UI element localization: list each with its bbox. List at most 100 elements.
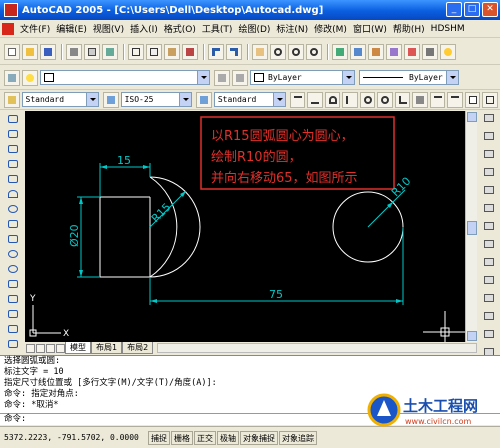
autocad-app-icon[interactable] [4,3,18,17]
angular-dimension-icon[interactable] [394,91,411,108]
center-mark-icon[interactable] [482,91,498,108]
open-folder-icon[interactable] [22,43,38,60]
arc-length-icon[interactable] [324,91,341,108]
mirror-icon[interactable] [481,150,497,164]
dim-style-icon[interactable] [103,91,119,108]
linear-dimension-icon[interactable] [289,91,306,108]
calculator-icon[interactable] [422,43,438,60]
dim-style-dropdown[interactable]: ISO-25 [120,92,193,107]
tab-first-button[interactable] [26,343,35,353]
line-icon[interactable] [5,113,21,125]
table-style-dropdown[interactable]: Standard [213,92,286,107]
spline-icon[interactable] [5,233,21,245]
linetype-dropdown[interactable]: ByLayer [359,70,459,85]
menu-modify[interactable]: 修改(M) [311,22,350,35]
zoom-previous-icon[interactable] [306,43,322,60]
polyline-icon[interactable] [5,143,21,155]
point-icon[interactable] [5,308,21,320]
diameter-dimension-icon[interactable] [377,91,393,108]
save-icon[interactable] [40,43,56,60]
insert-block-icon[interactable] [5,278,21,290]
match-properties-icon[interactable] [182,43,198,60]
aligned-dimension-icon[interactable] [307,91,323,108]
menu-view[interactable]: 视图(V) [90,22,127,35]
scroll-thumb[interactable] [467,221,477,235]
properties-icon[interactable] [332,43,348,60]
menu-hdshm[interactable]: HDSHM [428,24,468,34]
design-center-icon[interactable] [350,43,366,60]
layer-manager-icon[interactable] [4,69,20,86]
scroll-up-arrow[interactable] [467,112,477,122]
erase-icon[interactable] [481,114,497,128]
close-button[interactable]: ✕ [482,2,498,17]
preview-icon[interactable] [84,43,100,60]
chevron-down-icon[interactable] [86,93,99,106]
quick-dimension-icon[interactable] [412,91,428,108]
extend-icon[interactable] [481,294,497,308]
chevron-down-icon[interactable] [272,93,285,106]
menu-draw[interactable]: 绘图(D) [235,22,273,35]
dim-r10-text[interactable]: R10 [389,175,413,199]
dim-75-text[interactable]: 75 [269,288,283,301]
continue-dimension-icon[interactable] [447,91,463,108]
menu-format[interactable]: 格式(O) [161,22,199,35]
move-icon[interactable] [481,204,497,218]
r15-arc[interactable] [149,176,178,278]
pan-icon[interactable] [252,43,268,60]
grid-toggle[interactable]: 栅格 [171,430,193,445]
trim-icon[interactable] [481,276,497,290]
menu-file[interactable]: 文件(F) [17,22,53,35]
stretch-icon[interactable] [481,258,497,272]
dim-d20-text[interactable]: Ø20 [68,224,81,247]
copy-icon[interactable] [146,43,162,60]
layer-state-icon[interactable] [22,69,38,86]
chevron-down-icon[interactable] [197,71,209,84]
text-style-dropdown[interactable]: Standard [21,92,100,107]
cut-icon[interactable] [128,43,144,60]
hatch-icon[interactable] [5,323,21,335]
plot-icon[interactable] [66,43,82,60]
chevron-down-icon[interactable] [179,93,192,106]
gradient-icon[interactable] [5,338,21,350]
tab-last-button[interactable] [56,343,65,353]
scale-icon[interactable] [481,240,497,254]
chevron-down-icon[interactable] [446,71,458,84]
document-icon[interactable] [2,22,14,35]
markup-icon[interactable] [404,43,420,60]
make-object-layer-current-icon[interactable] [214,69,230,86]
zoom-window-icon[interactable] [288,43,304,60]
tab-prev-button[interactable] [36,343,45,353]
offset-icon[interactable] [481,168,497,182]
baseline-dimension-icon[interactable] [429,91,446,108]
scroll-down-arrow[interactable] [467,331,477,341]
ortho-toggle[interactable]: 正交 [194,430,216,445]
construction-line-icon[interactable] [5,128,21,140]
help-icon[interactable] [440,43,456,60]
rotate-icon[interactable] [481,222,497,236]
arc-icon[interactable] [5,188,21,200]
menu-insert[interactable]: 插入(I) [127,22,161,35]
zoom-realtime-icon[interactable] [270,43,286,60]
publish-icon[interactable] [102,43,118,60]
vertical-scrollbar[interactable] [465,111,477,342]
maximize-button[interactable]: □ [464,2,480,17]
layer-previous-icon[interactable] [232,69,248,86]
r15-arc-shape[interactable] [149,176,201,278]
array-icon[interactable] [481,186,497,200]
chamfer-icon[interactable] [481,330,497,344]
revision-cloud-icon[interactable] [5,218,21,230]
paste-icon[interactable] [164,43,180,60]
snap-toggle[interactable]: 捕捉 [148,430,170,445]
text-style-icon[interactable] [4,91,20,108]
ellipse-arc-icon[interactable] [5,263,21,275]
sheet-set-icon[interactable] [386,43,402,60]
ordinate-dimension-icon[interactable] [342,91,358,108]
horizontal-scrollbar[interactable] [157,343,477,353]
table-style-icon[interactable] [196,91,212,108]
polar-toggle[interactable]: 极轴 [217,430,239,445]
otrack-toggle[interactable]: 对象追踪 [279,430,317,445]
menu-window[interactable]: 窗口(W) [350,22,390,35]
radius-dimension-icon[interactable] [359,91,376,108]
tab-next-button[interactable] [46,343,55,353]
tab-layout2[interactable]: 布局2 [122,342,154,354]
